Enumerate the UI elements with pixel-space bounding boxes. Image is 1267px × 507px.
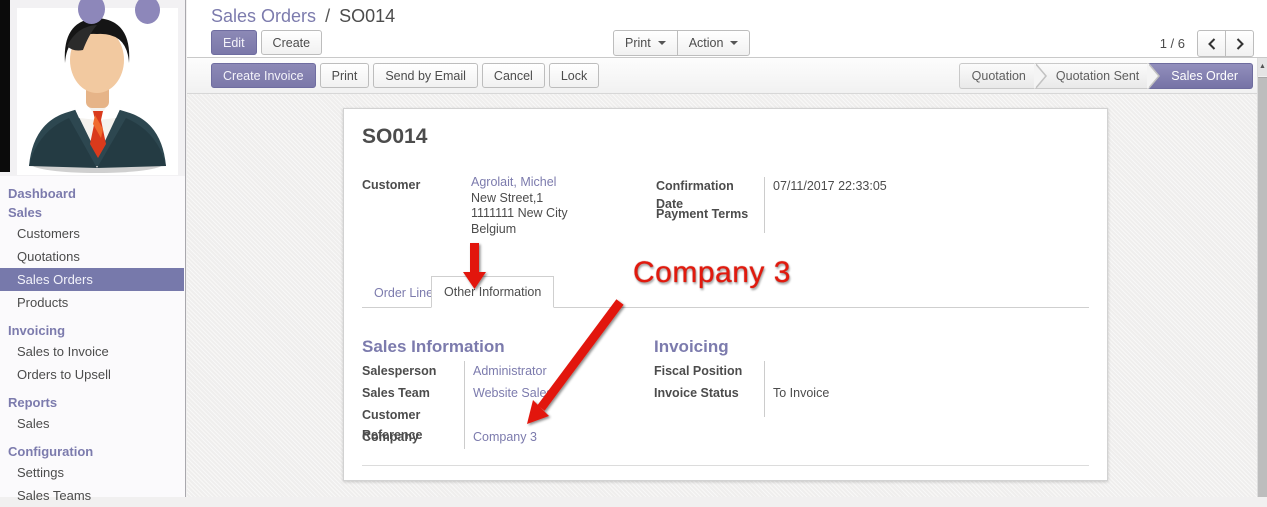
statusbar-buttons: Create Invoice Print Send by Email Cance… [211, 63, 599, 88]
edit-button[interactable]: Edit [211, 30, 257, 55]
sidebar-item-sales-to-invoice[interactable]: Sales to Invoice [0, 340, 184, 363]
business-man-avatar-icon [17, 8, 178, 175]
fiscal-position-value [773, 361, 944, 383]
sidebar-item-dashboard[interactable]: Dashboard [0, 184, 184, 203]
confirmation-date-label: Confirmation Date [656, 177, 764, 205]
main-area: Sales Orders / SO014 Edit Create Print A… [187, 0, 1267, 497]
customer-reference-value [473, 405, 644, 427]
sidebar-item-reports[interactable]: Reports [0, 393, 184, 412]
payment-terms-label: Payment Terms [656, 205, 764, 233]
vertical-scrollbar[interactable]: ▲ [1257, 58, 1267, 497]
control-panel: Sales Orders / SO014 Edit Create Print A… [187, 0, 1267, 58]
customer-field-group: Customer Agrolait, Michel New Street,1 1… [362, 175, 568, 237]
chevron-left-icon [1208, 38, 1216, 50]
action-dropdown-button[interactable]: Action [677, 30, 751, 56]
customer-address-line: New Street,1 [471, 191, 568, 207]
sales-information-heading: Sales Information [362, 337, 505, 357]
dropdown-caret-icon [658, 41, 666, 45]
dropdown-caret-icon [730, 41, 738, 45]
fiscal-position-label: Fiscal Position [654, 361, 764, 383]
breadcrumb-current: SO014 [339, 6, 395, 26]
sidebar-item-configuration[interactable]: Configuration [0, 442, 184, 461]
customer-label: Customer [362, 175, 471, 197]
sidebar-item-invoicing[interactable]: Invoicing [0, 321, 184, 340]
form-statusbar: Create Invoice Print Send by Email Cance… [187, 58, 1257, 94]
customer-address-line: Belgium [471, 222, 568, 238]
invoice-status-label: Invoice Status [654, 383, 764, 405]
record-pager: 1 / 6 [1160, 30, 1254, 57]
sidebar-menu: Dashboard Sales Customers Quotations Sal… [0, 184, 184, 507]
dates-field-group: Confirmation Date Payment Terms 07/11/20… [656, 177, 1076, 233]
sidebar-item-sales[interactable]: Sales [0, 203, 184, 222]
scroll-up-icon[interactable]: ▲ [1258, 58, 1267, 76]
scrollbar-thumb[interactable] [1258, 77, 1267, 497]
sales-information-group: Salesperson Sales Team Customer Referenc… [362, 361, 644, 449]
invoicing-group: Fiscal Position Invoice Status To Invoic… [654, 361, 944, 417]
pager-next-button[interactable] [1225, 30, 1254, 57]
salesperson-label: Salesperson [362, 361, 464, 383]
notebook-tabs: Order Lines Other Information [362, 277, 1089, 308]
company-label: Company [362, 427, 464, 449]
customer-reference-label: Customer Reference [362, 405, 464, 427]
breadcrumb: Sales Orders / SO014 [211, 6, 395, 27]
app-menu-strip [0, 0, 10, 172]
sales-team-label: Sales Team [362, 383, 464, 405]
user-avatar-image [17, 8, 178, 175]
sale-order-form-card: SO014 Customer Agrolait, Michel New Stre… [343, 108, 1108, 481]
status-step-sales-order[interactable]: Sales Order [1149, 63, 1253, 89]
sidebar-item-products[interactable]: Products [0, 291, 184, 314]
print-dropdown-label: Print [625, 36, 651, 50]
company-link[interactable]: Company 3 [473, 430, 537, 444]
action-dropdown-label: Action [689, 36, 724, 50]
customer-link[interactable]: Agrolait, Michel [471, 175, 556, 189]
form-view-background: SO014 Customer Agrolait, Michel New Stre… [187, 94, 1257, 497]
print-dropdown-button[interactable]: Print [613, 30, 678, 56]
print-button[interactable]: Print [320, 63, 370, 88]
invoicing-heading: Invoicing [654, 337, 729, 357]
sales-team-link[interactable]: Website Sales [473, 386, 553, 400]
chevron-right-icon [1236, 38, 1244, 50]
sidebar-item-quotations[interactable]: Quotations [0, 245, 184, 268]
pager-previous-button[interactable] [1197, 30, 1226, 57]
pager-value: 1 / 6 [1160, 36, 1185, 51]
order-title: SO014 [362, 125, 427, 149]
sidebar-item-settings[interactable]: Settings [0, 461, 184, 484]
confirmation-date-value: 07/11/2017 22:33:05 [773, 177, 1076, 205]
sidebar-item-sales-report[interactable]: Sales [0, 412, 184, 435]
status-pipeline: Quotation Quotation Sent Sales Order [959, 63, 1253, 89]
create-button[interactable]: Create [261, 30, 323, 55]
status-step-quotation-sent[interactable]: Quotation Sent [1036, 63, 1149, 89]
payment-terms-value [773, 205, 1076, 233]
invoice-status-value: To Invoice [773, 383, 944, 405]
status-step-quotation[interactable]: Quotation [959, 63, 1036, 89]
sidebar: Dashboard Sales Customers Quotations Sal… [0, 0, 186, 497]
sidebar-item-sales-orders[interactable]: Sales Orders [0, 268, 184, 291]
lock-button[interactable]: Lock [549, 63, 599, 88]
form-divider [362, 465, 1089, 466]
breadcrumb-sales-orders-link[interactable]: Sales Orders [211, 6, 316, 26]
customer-address-line: 1111111 New City [471, 206, 568, 222]
cancel-button[interactable]: Cancel [482, 63, 545, 88]
sidebar-item-customers[interactable]: Customers [0, 222, 184, 245]
sidebar-top-panel [0, 0, 185, 176]
print-action-group: Print Action [613, 30, 750, 56]
sidebar-item-sales-teams[interactable]: Sales Teams [0, 484, 184, 507]
sidebar-item-orders-to-upsell[interactable]: Orders to Upsell [0, 363, 184, 386]
tab-other-information[interactable]: Other Information [431, 276, 554, 308]
create-invoice-button[interactable]: Create Invoice [211, 63, 316, 88]
send-by-email-button[interactable]: Send by Email [373, 63, 478, 88]
breadcrumb-separator: / [321, 6, 334, 26]
header-buttons: Edit Create [211, 30, 322, 55]
salesperson-link[interactable]: Administrator [473, 364, 547, 378]
